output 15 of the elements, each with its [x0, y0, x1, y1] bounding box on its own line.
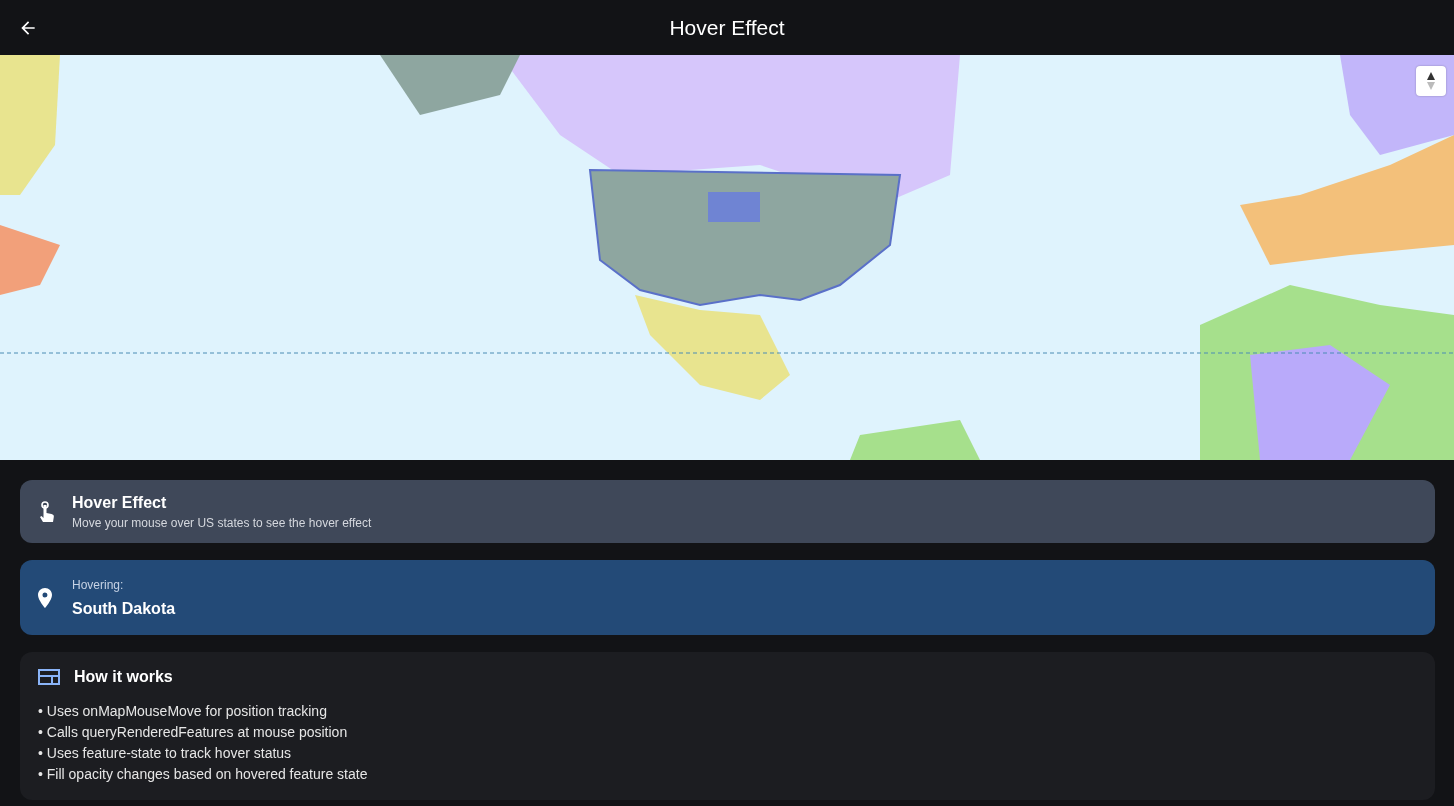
list-item: • Uses onMapMouseMove for position tracking — [38, 702, 328, 720]
hover-label: Hovering: — [72, 577, 125, 592]
card-title: Hover Effect — [72, 493, 168, 512]
list-item: • Calls queryRenderedFeatures at mouse position — [38, 723, 349, 741]
list-item: • Fill opacity changes based on hovered feature state — [38, 765, 368, 783]
location-pin-icon — [38, 587, 52, 608]
section-title: How it works — [74, 668, 173, 686]
card-subtitle: Move your mouse over US states to see the hover effect — [72, 515, 372, 530]
list-item: • Uses feature-state to track hover status — [38, 744, 293, 762]
panel-icon — [38, 669, 60, 685]
screen-title: Hover Effect — [669, 15, 785, 40]
hovered-state-name: South Dakota — [72, 599, 176, 618]
compass-button[interactable] — [1416, 66, 1446, 96]
compass-icon — [1426, 71, 1436, 91]
touch-icon — [38, 500, 56, 523]
